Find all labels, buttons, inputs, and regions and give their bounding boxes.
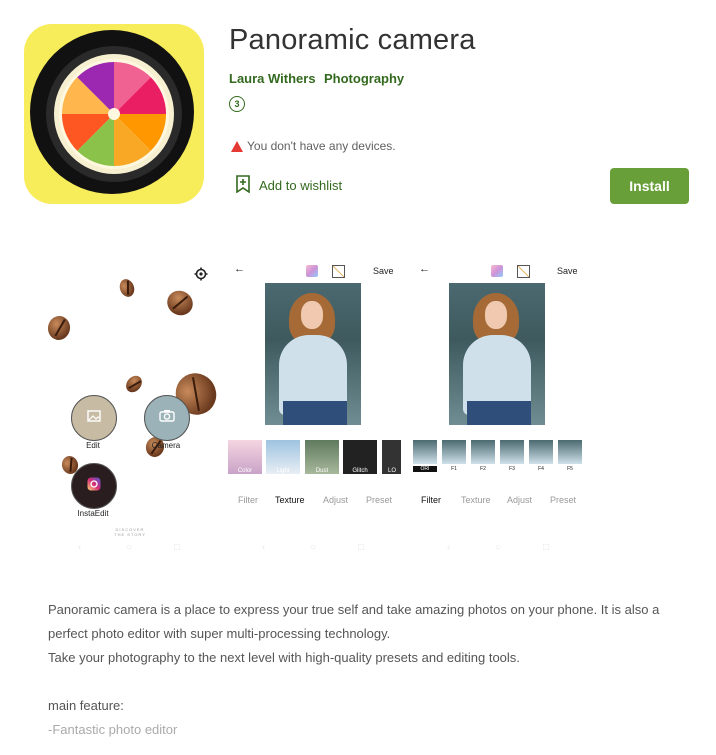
category-link[interactable]: Photography bbox=[324, 71, 404, 86]
edit-label: Edit bbox=[86, 441, 100, 450]
edit-button[interactable] bbox=[71, 395, 117, 441]
cube-icon bbox=[491, 265, 503, 277]
add-to-wishlist-button[interactable]: Add to wishlist bbox=[236, 175, 342, 196]
tab-adjust[interactable]: Adjust bbox=[507, 495, 532, 505]
image-icon bbox=[87, 409, 101, 427]
preset-thumb-f5[interactable] bbox=[558, 440, 582, 464]
app-description: Panoramic camera is a place to express y… bbox=[48, 598, 678, 742]
tab-adjust[interactable]: Adjust bbox=[323, 495, 348, 505]
portrait-photo bbox=[265, 283, 361, 425]
device-warning-text: You don't have any devices. bbox=[247, 139, 396, 153]
filter-color[interactable]: Color bbox=[228, 440, 262, 474]
citrus-slice-image bbox=[54, 54, 174, 174]
camera-icon bbox=[159, 409, 175, 427]
tab-preset[interactable]: Preset bbox=[550, 495, 576, 505]
coffee-bean bbox=[46, 314, 72, 342]
bookmark-plus-icon bbox=[236, 175, 250, 196]
preset-label: ORI bbox=[413, 466, 437, 472]
device-warning: You don't have any devices. bbox=[231, 139, 396, 153]
camera-button[interactable] bbox=[144, 395, 190, 441]
feature-item: -Fantastic photo editor bbox=[48, 722, 178, 737]
preset-thumb-ori[interactable] bbox=[413, 440, 437, 464]
filter-dust[interactable]: Dust bbox=[305, 440, 339, 474]
install-button[interactable]: Install bbox=[610, 168, 689, 204]
filter-lo[interactable]: LO bbox=[382, 440, 401, 474]
back-arrow-icon: ← bbox=[234, 263, 245, 275]
app-icon bbox=[24, 24, 204, 204]
tab-texture[interactable]: Texture bbox=[275, 495, 305, 505]
back-nav-icon: ‹ bbox=[78, 542, 82, 553]
gear-icon bbox=[194, 267, 208, 286]
feature-heading: main feature: bbox=[48, 698, 124, 713]
cube-icon bbox=[306, 265, 318, 277]
app-title: Panoramic camera bbox=[229, 24, 476, 56]
screenshot-3[interactable]: ← Save ORI F1 F2 F3 F4 F5 Filter Texture… bbox=[411, 251, 586, 559]
coffee-bean bbox=[122, 372, 146, 396]
recents-nav-icon: □ bbox=[543, 542, 550, 553]
preset-label: F1 bbox=[451, 466, 457, 472]
save-button[interactable]: Save bbox=[373, 266, 394, 276]
preset-thumb-f3[interactable] bbox=[500, 440, 524, 464]
developer-link[interactable]: Laura Withers bbox=[229, 71, 316, 86]
description-paragraph: Take your photography to the next level … bbox=[48, 650, 520, 665]
back-arrow-icon: ← bbox=[419, 263, 430, 275]
instaedit-label: InstaEdit bbox=[77, 509, 109, 518]
preset-label: F2 bbox=[480, 466, 486, 472]
coffee-bean bbox=[117, 277, 137, 299]
back-nav-icon: ‹ bbox=[262, 542, 266, 553]
content-rating-badge[interactable]: 3 bbox=[229, 96, 245, 112]
preset-thumb-f4[interactable] bbox=[529, 440, 553, 464]
screenshot-2[interactable]: ← Save Color Light Dust Glitch LO Filter… bbox=[226, 251, 401, 559]
instagram-icon bbox=[87, 477, 101, 496]
home-nav-icon: ○ bbox=[495, 542, 502, 553]
portrait-photo bbox=[449, 283, 545, 425]
preset-thumb-f2[interactable] bbox=[471, 440, 495, 464]
preset-thumb-f1[interactable] bbox=[442, 440, 466, 464]
camera-label: Camera bbox=[151, 441, 181, 450]
save-button[interactable]: Save bbox=[557, 266, 578, 276]
brush-icon bbox=[517, 265, 530, 278]
filter-glitch[interactable]: Glitch bbox=[343, 440, 377, 474]
preset-label: F5 bbox=[567, 466, 573, 472]
brush-icon bbox=[332, 265, 345, 278]
tab-filter[interactable]: Filter bbox=[421, 495, 441, 505]
coffee-bean bbox=[162, 286, 198, 320]
tagline: DISCOVER THE STORY bbox=[114, 527, 146, 537]
home-nav-icon: ○ bbox=[126, 542, 133, 553]
tab-preset[interactable]: Preset bbox=[366, 495, 392, 505]
filter-light[interactable]: Light bbox=[266, 440, 300, 474]
warning-icon bbox=[231, 140, 243, 152]
wishlist-label: Add to wishlist bbox=[259, 178, 343, 193]
description-paragraph: Panoramic camera is a place to express y… bbox=[48, 602, 660, 641]
tab-filter[interactable]: Filter bbox=[238, 495, 258, 505]
instaedit-button[interactable] bbox=[71, 463, 117, 509]
preset-label: F4 bbox=[538, 466, 544, 472]
screenshot-1[interactable]: Edit Camera InstaEdit DISCOVER THE STORY… bbox=[42, 251, 217, 559]
recents-nav-icon: □ bbox=[174, 542, 181, 553]
back-nav-icon: ‹ bbox=[447, 542, 451, 553]
recents-nav-icon: □ bbox=[358, 542, 365, 553]
preset-label: F3 bbox=[509, 466, 515, 472]
home-nav-icon: ○ bbox=[310, 542, 317, 553]
tab-texture[interactable]: Texture bbox=[461, 495, 491, 505]
